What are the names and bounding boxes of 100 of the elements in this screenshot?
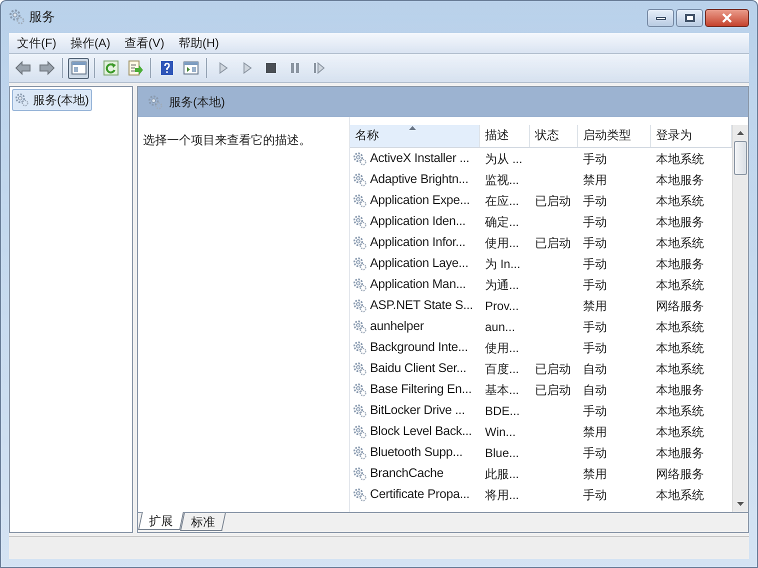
table-row[interactable]: ASP.NET State S... Prov... 禁用 网络服务	[350, 295, 732, 316]
table-cell-text: 本地系统	[656, 150, 704, 168]
table-cell-text: 本地系统	[656, 360, 704, 378]
gear-icon	[353, 320, 367, 334]
table-row[interactable]: Baidu Client Ser... 百度... 已启动 自动 本地系统	[350, 358, 732, 379]
table-cell-text: 百度...	[485, 360, 520, 378]
table-cell-text: aun...	[485, 318, 516, 336]
table-row[interactable]: ActiveX Installer ... 为从 ... 手动 本地系统	[350, 148, 732, 169]
scrollbar-thumb[interactable]	[734, 141, 747, 175]
table-row[interactable]: Application Expe... 在应... 已启动 手动 本地系统	[350, 190, 732, 211]
table-cell-text: Application Laye...	[370, 255, 468, 272]
table-cell-text: Block Level Back...	[370, 423, 472, 440]
gear-icon	[353, 362, 367, 376]
gear-icon	[353, 382, 367, 396]
description-text: 选择一个项目来查看它的描述。	[143, 133, 311, 147]
table-row[interactable]: BitLocker Drive ... BDE... 手动 本地系统	[350, 400, 732, 421]
table-cell-text: 手动	[583, 192, 607, 210]
table-cell-text: 已启动	[535, 192, 571, 210]
gear-icon	[353, 466, 367, 480]
table-cell-text: Background Inte...	[370, 339, 468, 356]
table-row[interactable]: Application Man... 为通... 手动 本地系统	[350, 274, 732, 295]
table-row[interactable]: aunhelper aun... 手动 本地系统	[350, 316, 732, 337]
table-cell-text: 本地系统	[656, 234, 704, 252]
table-cell-text: 将用...	[485, 486, 520, 504]
table-cell-text: 已启动	[535, 382, 571, 398]
column-header[interactable]: 名称	[350, 125, 480, 147]
gear-icon	[353, 214, 367, 228]
table-cell-text: 手动	[583, 150, 607, 168]
table-row[interactable]: Bluetooth Supp... Blue... 手动 本地服务	[350, 442, 732, 463]
table-cell-text: 使用...	[485, 234, 520, 252]
table-cell-text: 手动	[583, 444, 607, 462]
scroll-down-icon	[737, 502, 744, 506]
table-row[interactable]: Base Filtering En... 基本... 已启动 自动 本地服务	[350, 379, 732, 400]
gear-icon	[15, 93, 29, 107]
table-cell-text: 已启动	[535, 360, 571, 378]
table-cell-text: aunhelper	[370, 318, 424, 336]
table-cell-text: 基本...	[485, 382, 520, 398]
table-cell-text: 自动	[583, 382, 607, 398]
table-cell-text: 本地系统	[656, 192, 704, 210]
gear-icon	[353, 424, 367, 438]
table-cell-text: 网络服务	[656, 298, 704, 314]
refresh-icon	[102, 60, 118, 76]
table-cell-text: 禁用	[583, 466, 607, 482]
table-row[interactable]: Block Level Back... Win... 禁用 本地系统	[350, 421, 732, 442]
table-cell-text: Application Expe...	[370, 192, 470, 210]
table-cell-text: 本地系统	[656, 318, 704, 336]
forward-arrow-icon	[38, 60, 54, 76]
table-row[interactable]: BranchCache 此服... 禁用 网络服务	[350, 463, 732, 484]
table-row[interactable]: Adaptive Brightn... 监视... 禁用 本地服务	[350, 169, 732, 190]
table-cell-text: Application Man...	[370, 276, 466, 294]
table-cell-text: 为 In...	[485, 256, 520, 272]
column-header[interactable]: 描述	[480, 125, 530, 147]
column-header[interactable]: 状态	[530, 125, 578, 147]
close-button[interactable]	[705, 9, 749, 27]
menu-item[interactable]: 帮助(H)	[178, 34, 219, 52]
table-cell-text: 本地系统	[656, 340, 704, 356]
table-cell-text: 本地系统	[656, 402, 704, 420]
tab[interactable]: 标准	[180, 513, 226, 531]
panel-icon	[182, 60, 198, 76]
gear-icon	[353, 256, 367, 270]
gear-icon	[353, 278, 367, 292]
menu-item[interactable]: 操作(A)	[70, 34, 110, 52]
table-row[interactable]: Application Iden... 确定... 手动 本地服务	[350, 211, 732, 232]
vertical-scrollbar[interactable]	[732, 125, 748, 512]
table-cell-text: 禁用	[583, 298, 607, 314]
column-header[interactable]: 启动类型	[578, 125, 651, 147]
table-cell-text: 使用...	[485, 340, 520, 356]
minimize-button[interactable]	[647, 9, 674, 27]
table-cell-text: ActiveX Installer ...	[370, 150, 470, 168]
table-cell-text: Win...	[485, 424, 516, 440]
services-gear-icon	[9, 9, 25, 25]
tab[interactable]: 扩展	[138, 512, 184, 530]
table-cell-text: 本地服务	[656, 256, 704, 272]
table-cell-text: 本地服务	[656, 382, 704, 398]
table-cell-text: Base Filtering En...	[370, 381, 472, 398]
gear-icon	[353, 340, 367, 354]
table-cell-text: 在应...	[485, 192, 520, 210]
table-cell-text: 自动	[583, 360, 607, 378]
table-cell-text: 手动	[583, 318, 607, 336]
gear-icon	[353, 488, 367, 502]
table-cell-text: 监视...	[485, 172, 520, 188]
table-cell-text: 为从 ...	[485, 150, 522, 168]
table-cell-text: Application Infor...	[370, 234, 466, 252]
table-row[interactable]: Application Laye... 为 In... 手动 本地服务	[350, 253, 732, 274]
help-icon	[158, 60, 174, 76]
panel-icon	[70, 60, 86, 76]
maximize-button[interactable]	[676, 9, 703, 27]
table-cell-text: Adaptive Brightn...	[370, 171, 468, 188]
table-row[interactable]: Background Inte... 使用... 手动 本地系统	[350, 337, 732, 358]
table-cell-text: Bluetooth Supp...	[370, 444, 463, 462]
table-cell-text: 本地服务	[656, 214, 704, 230]
tree-button[interactable]	[68, 58, 89, 78]
menu-item[interactable]: 查看(V)	[124, 34, 164, 52]
sort-ascending-icon	[409, 126, 416, 130]
menu-item[interactable]: 文件(F)	[17, 34, 56, 52]
table-cell-text: Prov...	[485, 298, 519, 314]
table-cell-text: 本地服务	[656, 444, 704, 462]
table-row[interactable]: Certificate Propa... 将用... 手动 本地系统	[350, 484, 732, 505]
table-row[interactable]: Application Infor... 使用... 已启动 手动 本地系统	[350, 232, 732, 253]
tree-item[interactable]: 服务(本地)	[12, 89, 92, 111]
